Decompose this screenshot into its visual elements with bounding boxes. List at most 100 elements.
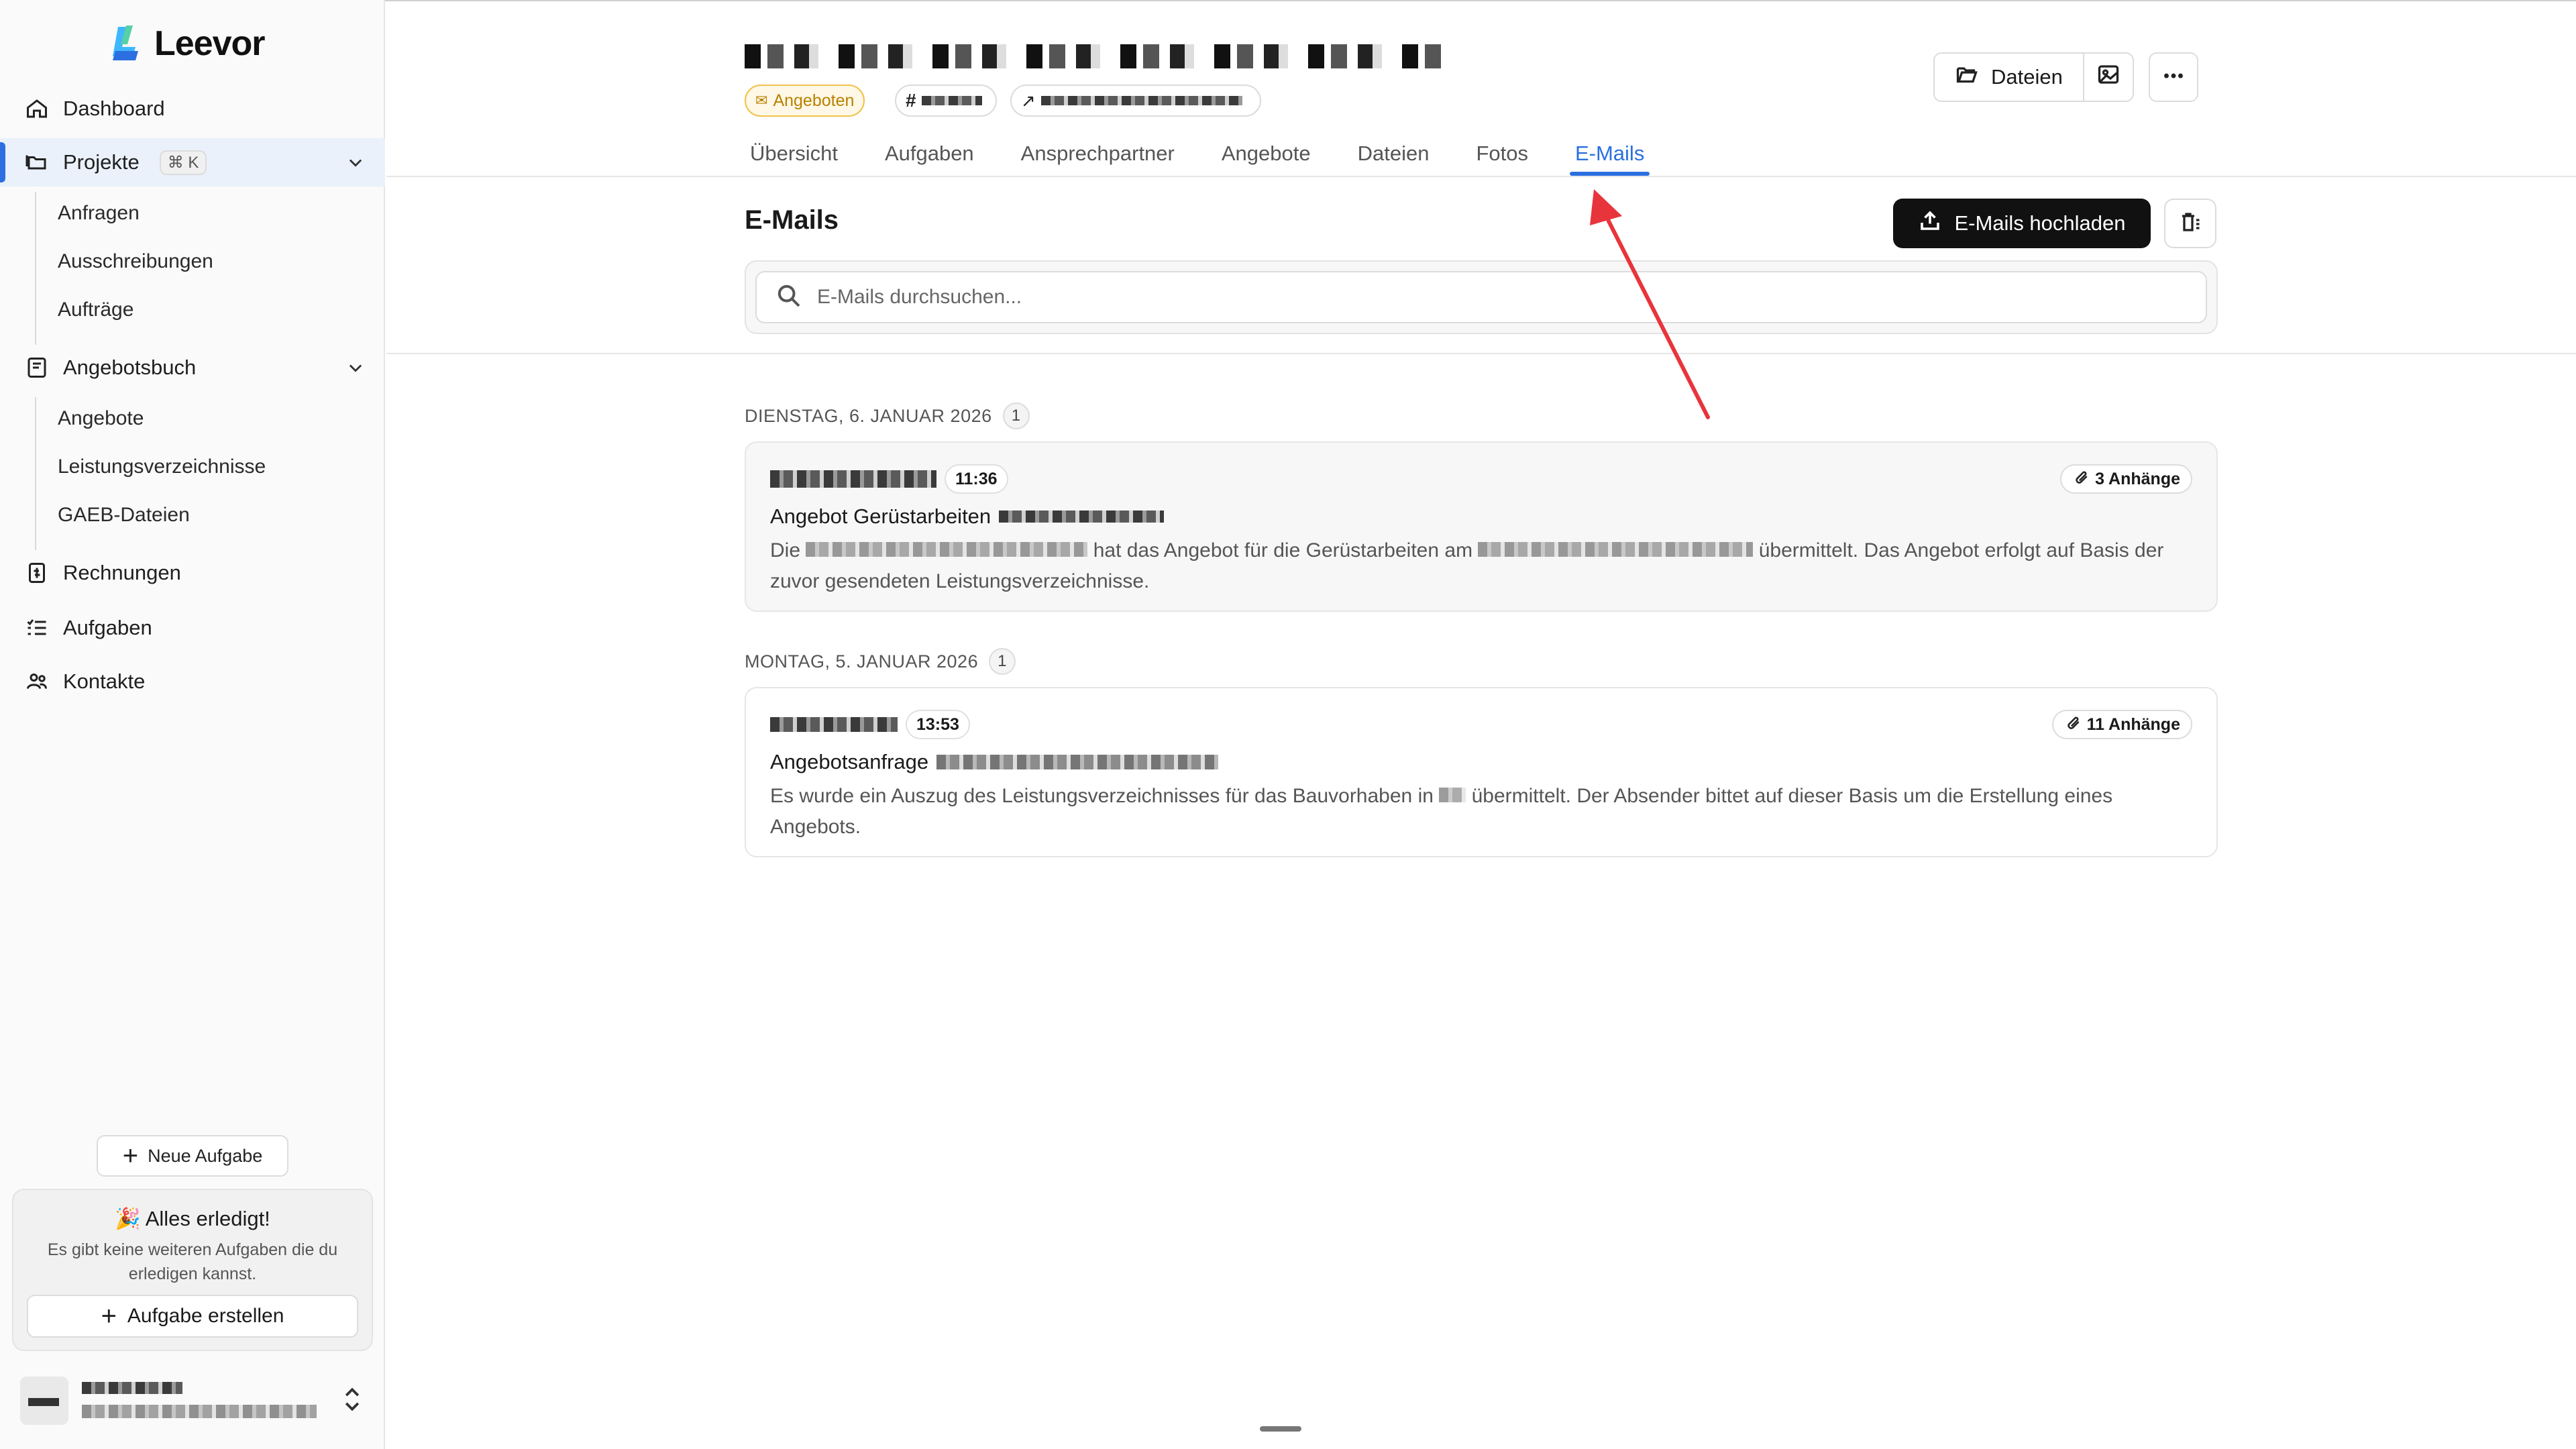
chevron-down-icon[interactable] [346, 358, 365, 377]
attachments-badge[interactable]: 3 Anhänge [2060, 464, 2192, 494]
folders-icon [24, 150, 50, 175]
sender-redacted [770, 717, 898, 732]
email-subject-text: Angebotsanfrage [770, 750, 929, 773]
tab-uebersicht[interactable]: Übersicht [745, 131, 843, 176]
sidebar: Leevor Dashboard Projekte ⌘ K Anfragen A… [0, 0, 385, 1449]
user-email-redacted [82, 1405, 317, 1418]
nav-rechnungen[interactable]: Rechnungen [0, 549, 385, 597]
project-link-redacted [1040, 96, 1242, 105]
header-actions: Dateien [1933, 52, 2198, 102]
files-button-label: Dateien [1991, 65, 2063, 89]
company-redacted [806, 542, 1088, 557]
email-meta: 11:36 [770, 464, 1008, 494]
scroll-handle[interactable] [1260, 1426, 1301, 1432]
submenu-line [35, 192, 36, 345]
image-icon [2096, 62, 2121, 92]
email-search-box[interactable] [755, 271, 2207, 323]
nav-label: Dashboard [63, 97, 165, 120]
delete-emails-button[interactable] [2164, 199, 2216, 248]
count-badge: 1 [989, 648, 1016, 675]
tasks-icon [24, 615, 50, 641]
app-name: Leevor [154, 24, 266, 63]
folder-open-icon [1955, 62, 1979, 92]
status-label: Angeboten [773, 91, 855, 110]
plus-icon: + [101, 1301, 117, 1331]
paperclip-icon [2072, 468, 2090, 490]
sidebar-item-angebote[interactable]: Angebote [58, 397, 144, 440]
photos-button[interactable] [2082, 54, 2133, 101]
sidebar-item-auftraege[interactable]: Aufträge [58, 288, 133, 331]
nav-projekte[interactable]: Projekte ⌘ K [0, 138, 385, 186]
subject-redacted [936, 755, 1219, 769]
new-task-label: Neue Aufgabe [148, 1145, 263, 1166]
date-group-header: DIENSTAG, 6. JANUAR 2026 1 [745, 402, 1030, 429]
email-subject-text: Angebot Gerüstarbeiten [770, 504, 991, 528]
email-preview-text: Die [770, 539, 801, 561]
hash-label: # [906, 90, 916, 111]
emails-section-title: E-Mails [745, 205, 839, 235]
attachments-count: 11 Anhänge [2086, 714, 2180, 734]
chevrons-updown-icon [342, 1385, 362, 1414]
search-icon [775, 282, 802, 313]
shortcut-badge: ⌘ K [159, 150, 207, 175]
upload-emails-label: E-Mails hochladen [1954, 211, 2126, 235]
attachments-badge[interactable]: 11 Anhänge [2051, 710, 2192, 739]
tab-ansprechpartner[interactable]: Ansprechpartner [1016, 131, 1180, 176]
email-search-input[interactable] [817, 286, 2206, 309]
email-preview-text: hat das Angebot für die Gerüstarbeiten a… [1093, 539, 1473, 561]
project-number-redacted [921, 96, 982, 105]
tab-aufgaben[interactable]: Aufgaben [879, 131, 979, 176]
tab-dateien[interactable]: Dateien [1352, 131, 1435, 176]
nav-aufgaben[interactable]: Aufgaben [0, 604, 385, 652]
count-badge: 1 [1002, 402, 1030, 429]
header-divider [386, 176, 2576, 177]
sidebar-item-leistungsverzeichnisse[interactable]: Leistungsverzeichnisse [58, 445, 266, 488]
tab-emails[interactable]: E-Mails [1569, 131, 1650, 176]
nav-angebotsbuch[interactable]: Angebotsbuch [0, 343, 385, 392]
email-card[interactable]: 11:36 3 Anhänge Angebot Gerüstarbeiten D… [745, 441, 2218, 612]
upload-icon [1918, 209, 1942, 238]
tab-fotos[interactable]: Fotos [1470, 131, 1534, 176]
user-name-redacted [82, 1382, 182, 1394]
email-card[interactable]: 13:53 11 Anhänge Angebotsanfrage Es wurd… [745, 687, 2218, 857]
nav-label: Projekte [63, 150, 140, 174]
attachments-count: 3 Anhänge [2095, 469, 2180, 488]
project-number-chip[interactable]: # [895, 85, 997, 117]
all-done-title: 🎉 Alles erledigt! [115, 1207, 270, 1230]
create-task-label: Aufgabe erstellen [127, 1305, 284, 1327]
email-time: 11:36 [945, 464, 1008, 494]
chevron-down-icon[interactable] [346, 153, 365, 172]
app-logo[interactable]: Leevor [113, 21, 266, 66]
user-account-switcher[interactable] [20, 1374, 369, 1428]
date-label: MONTAG, 5. JANUAR 2026 [745, 651, 979, 672]
more-icon [2161, 64, 2186, 91]
contacts-icon [24, 669, 50, 694]
nav-label: Rechnungen [63, 561, 181, 584]
sidebar-item-gaeb-dateien[interactable]: GAEB-Dateien [58, 494, 190, 537]
date-group-header: MONTAG, 5. JANUAR 2026 1 [745, 648, 1016, 675]
project-link-chip[interactable]: ↗ [1010, 85, 1261, 117]
email-subject: Angebotsanfrage [770, 750, 1219, 774]
upload-emails-button[interactable]: E-Mails hochladen [1893, 199, 2151, 248]
files-button[interactable]: Dateien [1935, 54, 2083, 101]
sidebar-item-anfragen[interactable]: Anfragen [58, 192, 140, 235]
date-label: DIENSTAG, 6. JANUAR 2026 [745, 405, 992, 426]
home-icon [24, 96, 50, 121]
sender-redacted [770, 470, 936, 488]
nav-kontakte[interactable]: Kontakte [0, 657, 385, 706]
project-tabs: Übersicht Aufgaben Ansprechpartner Angeb… [745, 131, 1650, 176]
leevor-logo-icon [113, 24, 145, 63]
tab-angebote[interactable]: Angebote [1216, 131, 1316, 176]
create-task-button[interactable]: + Aufgabe erstellen [27, 1295, 358, 1338]
nav-dashboard[interactable]: Dashboard [0, 85, 385, 133]
nav-label: Kontakte [63, 669, 146, 693]
more-button[interactable] [2148, 52, 2198, 102]
new-task-button[interactable]: + Neue Aufgabe [97, 1135, 288, 1177]
email-preview: Es wurde ein Auszug des Leistungsverzeic… [770, 781, 2192, 843]
location-redacted [1439, 788, 1466, 802]
sidebar-item-ausschreibungen[interactable]: Ausschreibungen [58, 240, 213, 283]
trash-icon [2178, 210, 2202, 237]
avatar [20, 1377, 68, 1425]
email-subject: Angebot Gerüstarbeiten [770, 504, 1165, 529]
email-preview-text: Es wurde ein Auszug des Leistungsverzeic… [770, 785, 1434, 807]
